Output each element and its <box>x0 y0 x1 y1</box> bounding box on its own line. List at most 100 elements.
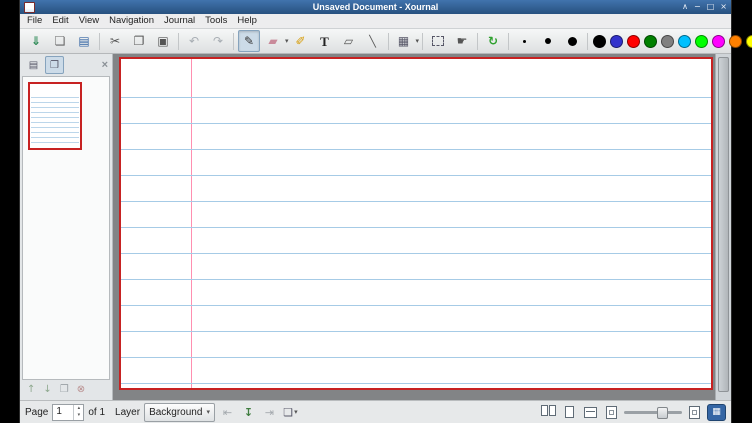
page-thumbnail[interactable] <box>28 82 82 150</box>
view-two-pages-button[interactable] <box>540 404 557 421</box>
page-label: Page <box>25 407 48 418</box>
highlighter-tool-button[interactable]: ✐ <box>290 30 312 52</box>
page-list-icon: ▤ <box>29 60 38 71</box>
toolbar-separator <box>233 33 234 50</box>
color-swatch-yellow[interactable] <box>746 35 752 48</box>
canvas[interactable] <box>113 54 715 400</box>
close-button[interactable]: × <box>720 0 727 14</box>
zoom-fit-page-button[interactable] <box>603 404 620 421</box>
zoom-original-button[interactable] <box>686 404 703 421</box>
zoom-slider-track[interactable] <box>624 411 682 414</box>
menu-navigation[interactable]: Navigation <box>104 14 159 28</box>
menu-file[interactable]: File <box>22 14 47 28</box>
zoom-fit-width-button[interactable] <box>582 404 599 421</box>
eraser-dropdown[interactable]: ▾ <box>285 37 289 45</box>
minimize-button[interactable]: − <box>694 0 701 14</box>
thumbnail-ruled-lines <box>31 97 79 147</box>
paper-style-button[interactable]: ▦ <box>393 30 415 52</box>
color-swatch-gray[interactable] <box>661 35 674 48</box>
save-button[interactable]: ⇓ <box>25 30 47 52</box>
hand-tool-button[interactable]: ☛ <box>451 30 473 52</box>
toolbar-separator <box>178 33 179 50</box>
selection-box-icon <box>432 36 444 46</box>
thickness-fine-button[interactable] <box>513 30 535 52</box>
duplicate-page-button[interactable]: ❐ <box>60 385 69 395</box>
sidebar-tab-layers[interactable]: ❐ <box>45 56 64 74</box>
eraser-tool-button[interactable]: ▰ <box>262 30 284 52</box>
menu-tools[interactable]: Tools <box>200 14 232 28</box>
color-swatch-blue[interactable] <box>610 35 623 48</box>
toolbar-separator <box>508 33 509 50</box>
spin-down-icon[interactable]: ▾ <box>74 412 83 420</box>
move-page-up-button[interactable]: ↑ <box>27 385 35 395</box>
new-page-icon: ❏ <box>283 406 293 419</box>
paper-style-dropdown[interactable]: ▾ <box>416 37 420 45</box>
fit-width-icon <box>584 407 597 418</box>
paste-button[interactable]: ▣ <box>152 30 174 52</box>
select-region-button[interactable] <box>427 30 449 52</box>
new-page-button[interactable]: ❏ ▾ <box>282 404 299 421</box>
menu-help[interactable]: Help <box>232 14 262 28</box>
print-button[interactable]: ▤ <box>73 30 95 52</box>
color-swatch-red[interactable] <box>627 35 640 48</box>
menu-journal[interactable]: Journal <box>159 14 200 28</box>
sidebar-tab-pages[interactable]: ▤ <box>24 56 43 74</box>
titlebar[interactable]: Unsaved Document - Xournal ∧ − □ × <box>20 0 731 14</box>
view-single-page-button[interactable] <box>561 404 578 421</box>
page-of-label: of 1 <box>88 407 105 418</box>
color-swatch-light-blue[interactable] <box>678 35 691 48</box>
menu-edit[interactable]: Edit <box>47 14 73 28</box>
menubar: File Edit View Navigation Journal Tools … <box>20 14 731 29</box>
spin-up-icon[interactable]: ▴ <box>74 405 83 413</box>
page-thumbnail-list[interactable] <box>22 76 110 380</box>
single-page-icon <box>565 406 574 418</box>
thickness-thick-button[interactable] <box>561 30 583 52</box>
default-pen-button[interactable]: ↻ <box>482 30 504 52</box>
zoom-slider-handle[interactable] <box>657 407 668 419</box>
layer-value: Background <box>149 407 202 418</box>
xournal-window: Unsaved Document - Xournal ∧ − □ × File … <box>20 0 731 423</box>
copy-button[interactable]: ❐ <box>128 30 150 52</box>
cut-button[interactable]: ✂ <box>104 30 126 52</box>
pen-tool-button[interactable]: ✎ <box>238 30 260 52</box>
new-button[interactable]: ❏ <box>49 30 71 52</box>
page-number-spinbox[interactable]: 1 ▴ ▾ <box>52 404 84 421</box>
highlighter-icon: ✐ <box>295 35 305 47</box>
paste-icon: ▣ <box>157 35 168 47</box>
layer-list-icon: ❐ <box>50 60 59 71</box>
move-page-down-button[interactable]: ↓ <box>43 385 51 395</box>
zoom-slider[interactable] <box>624 404 682 420</box>
delete-page-button[interactable]: ⊗ <box>77 385 85 395</box>
sidebar-footer: ↑ ↓ ❐ ⊗ <box>20 380 112 400</box>
vertical-scrollbar[interactable] <box>715 54 731 400</box>
ruler-button[interactable]: ╲ <box>362 30 384 52</box>
print-icon: ▤ <box>78 35 89 47</box>
first-page-button[interactable]: ⇤ <box>219 404 236 421</box>
touchscreen-toggle[interactable]: ▦ <box>707 404 726 421</box>
shade-button[interactable]: ∧ <box>682 0 688 14</box>
color-swatch-orange[interactable] <box>729 35 742 48</box>
undo-button[interactable]: ↶ <box>183 30 205 52</box>
color-swatch-light-green[interactable] <box>695 35 708 48</box>
text-tool-button[interactable]: T <box>314 30 336 52</box>
color-swatch-magenta[interactable] <box>712 35 725 48</box>
thickness-medium-button[interactable] <box>537 30 559 52</box>
scrollbar-thumb[interactable] <box>718 57 729 392</box>
maximize-button[interactable]: □ <box>707 0 715 14</box>
main-toolbar: ⇓ ❏ ▤ ✂ ❐ ▣ ↶ ↷ ✎ ▰ ▾ ✐ T ▱ ╲ ▦ ▾ ☛ ↻ <box>20 29 731 54</box>
toolbar-separator <box>477 33 478 50</box>
document-page[interactable] <box>119 57 713 390</box>
toolbar-separator <box>388 33 389 50</box>
sidebar-close-icon[interactable]: × <box>102 60 108 71</box>
shape-recognizer-button[interactable]: ▱ <box>338 30 360 52</box>
fine-dot-icon <box>523 40 526 43</box>
color-swatch-black[interactable] <box>593 35 606 48</box>
main-area: ▤ ❐ × ↑ ↓ ❐ ⊗ <box>20 54 731 400</box>
layer-combobox[interactable]: Background ▾ <box>144 403 215 422</box>
last-page-button[interactable]: ⇥ <box>261 404 278 421</box>
menu-view[interactable]: View <box>74 14 104 28</box>
next-page-button[interactable]: ↧ <box>240 404 257 421</box>
redo-icon: ↷ <box>213 35 223 47</box>
color-swatch-green[interactable] <box>644 35 657 48</box>
redo-button[interactable]: ↷ <box>207 30 229 52</box>
